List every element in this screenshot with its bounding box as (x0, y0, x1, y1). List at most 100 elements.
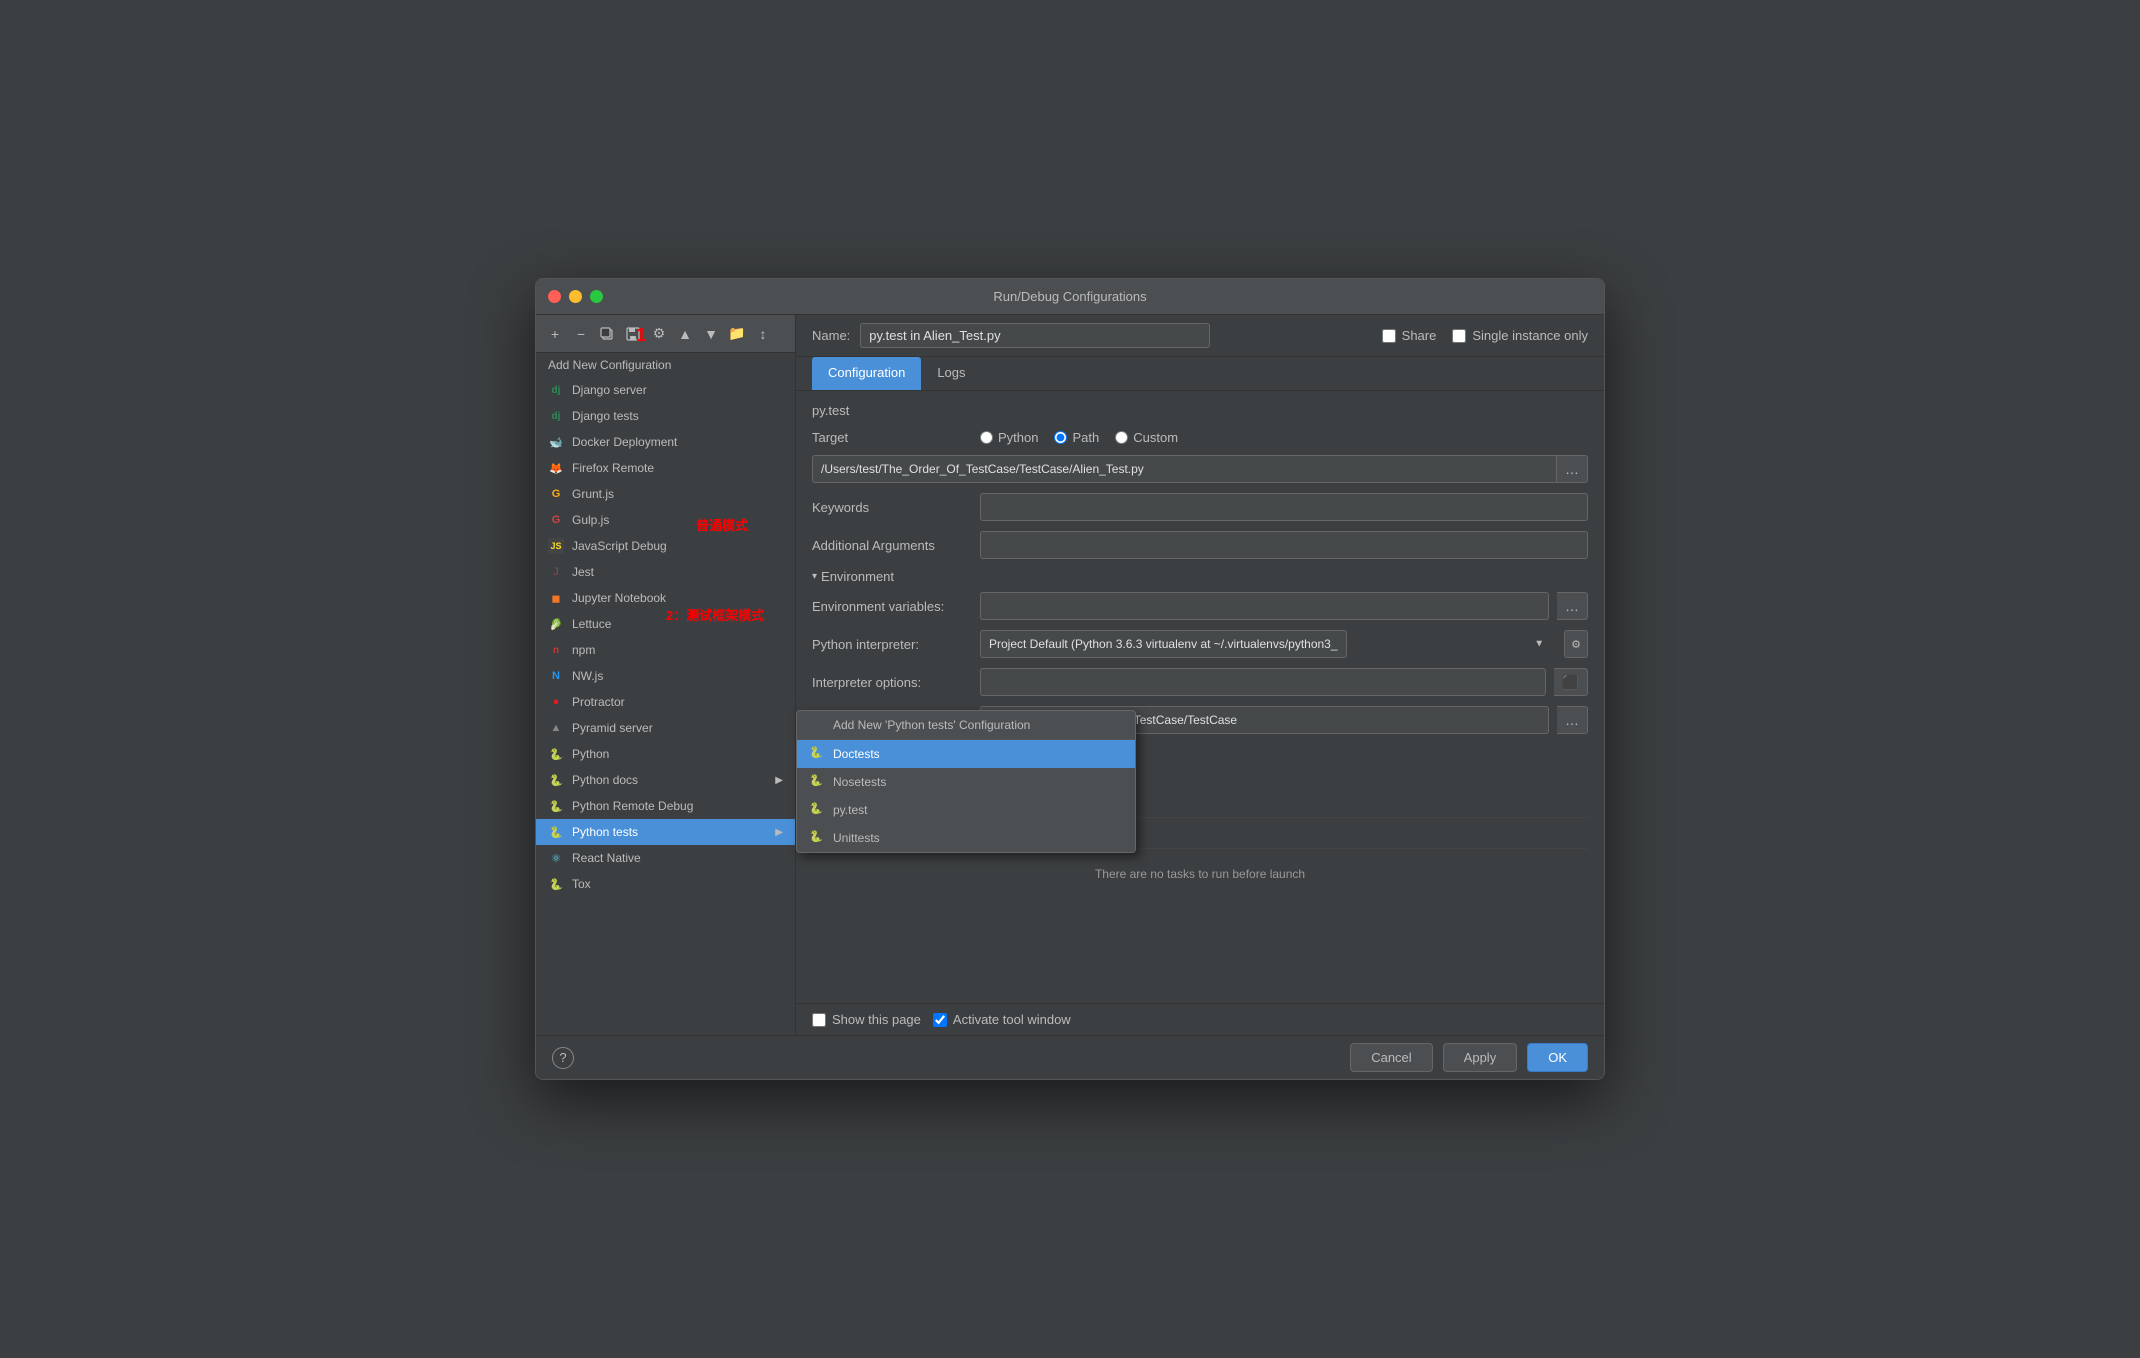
react-native-icon: ⚛ (548, 850, 564, 866)
name-input[interactable] (860, 323, 1210, 348)
env-vars-input[interactable] (980, 592, 1549, 620)
sidebar-item-label: Pyramid server (572, 721, 653, 735)
sidebar-item-label: Jupyter Notebook (572, 591, 666, 605)
minimize-button[interactable] (569, 290, 582, 303)
sidebar-item-pyramid-server[interactable]: ▲ Pyramid server (536, 715, 795, 741)
python-docs-arrow: ▶ (775, 775, 783, 786)
tab-configuration[interactable]: Configuration (812, 357, 921, 390)
sidebar-item-django-server[interactable]: dj Django server (536, 377, 795, 403)
django-server-icon: dj (548, 382, 564, 398)
environment-header[interactable]: ▾ Environment (812, 569, 1588, 584)
sidebar-item-npm[interactable]: n npm (536, 637, 795, 663)
sidebar-item-label: Django server (572, 383, 647, 397)
copy-config-button[interactable] (596, 323, 618, 345)
config-body: py.test Target Python Path (796, 391, 1604, 1003)
config-type-label: py.test (812, 403, 1588, 418)
additional-args-input[interactable] (980, 531, 1588, 559)
target-label: Target (812, 430, 972, 445)
remove-config-button[interactable]: − (570, 323, 592, 345)
jest-icon: J (548, 564, 564, 580)
sort-button[interactable]: ↕ (752, 323, 774, 345)
title-bar: Run/Debug Configurations (536, 279, 1604, 315)
sidebar-item-python[interactable]: 🐍 Python (536, 741, 795, 767)
path-input[interactable] (812, 455, 1557, 483)
sidebar-item-label: Firefox Remote (572, 461, 654, 475)
sidebar-item-tox[interactable]: 🐍 Tox (536, 871, 795, 897)
main-content: + − ⚙ ▲ ▼ 📁 ↕ Add New Configuration (536, 315, 1604, 1035)
keywords-input[interactable] (980, 493, 1588, 521)
sidebar-item-label: Jest (572, 565, 594, 579)
move-up-button[interactable]: ▲ (674, 323, 696, 345)
tabs-row: Configuration Logs (796, 357, 1604, 391)
custom-radio[interactable] (1115, 431, 1128, 444)
sidebar-item-javascript-debug[interactable]: JS JavaScript Debug (536, 533, 795, 559)
nwjs-icon: N (548, 668, 564, 684)
context-menu-doctests[interactable]: 🐍 Doctests (797, 740, 1135, 768)
window-title: Run/Debug Configurations (993, 289, 1146, 304)
help-button[interactable]: ? (552, 1047, 574, 1069)
cancel-button[interactable]: Cancel (1350, 1043, 1432, 1072)
show-page-label[interactable]: Show this page (812, 1012, 921, 1027)
interpreter-select[interactable]: Project Default (Python 3.6.3 virtualenv… (980, 630, 1347, 658)
interpreter-settings-button[interactable]: ⚙ (1564, 630, 1588, 658)
show-page-checkbox[interactable] (812, 1013, 826, 1027)
context-menu-unittests[interactable]: 🐍 Unittests (797, 824, 1135, 852)
add-config-button[interactable]: + (544, 323, 566, 345)
unittests-icon: 🐍 (809, 830, 825, 846)
sidebar-item-label: npm (572, 643, 595, 657)
sidebar-item-grunt-js[interactable]: G Grunt.js (536, 481, 795, 507)
python-interpreter-row: Python interpreter: Project Default (Pyt… (812, 630, 1588, 658)
context-menu: Add New 'Python tests' Configuration 🐍 D… (796, 710, 1136, 853)
sidebar-item-label: Protractor (572, 695, 625, 709)
activate-tool-label[interactable]: Activate tool window (933, 1012, 1071, 1027)
settings-button[interactable]: ⚙ (648, 323, 670, 345)
path-browse-button[interactable]: … (1557, 455, 1588, 483)
js-debug-icon: JS (548, 538, 564, 554)
share-checkbox[interactable] (1382, 329, 1396, 343)
sidebar-item-add-new[interactable]: Add New Configuration (536, 353, 795, 377)
sidebar-item-python-remote-debug[interactable]: 🐍 Python Remote Debug (536, 793, 795, 819)
single-instance-checkbox-label[interactable]: Single instance only (1452, 328, 1588, 343)
save-config-button[interactable] (622, 323, 644, 345)
footer-left: ? (552, 1047, 574, 1069)
sidebar-item-nw-js[interactable]: N NW.js (536, 663, 795, 689)
sidebar-item-label: Grunt.js (572, 487, 614, 501)
ok-button[interactable]: OK (1527, 1043, 1588, 1072)
move-down-button[interactable]: ▼ (700, 323, 722, 345)
apply-button[interactable]: Apply (1443, 1043, 1518, 1072)
sidebar-item-gulp-js[interactable]: G Gulp.js (536, 507, 795, 533)
env-vars-browse-button[interactable]: … (1557, 592, 1588, 620)
sidebar-item-jupyter-notebook[interactable]: ◼ Jupyter Notebook (536, 585, 795, 611)
context-menu-nosetests[interactable]: 🐍 Nosetests (797, 768, 1135, 796)
path-radio[interactable] (1054, 431, 1067, 444)
sidebar-item-jest[interactable]: J Jest (536, 559, 795, 585)
activate-tool-checkbox[interactable] (933, 1013, 947, 1027)
python-radio[interactable] (980, 431, 993, 444)
python-radio-label[interactable]: Python (980, 430, 1038, 445)
python-docs-icon: 🐍 (548, 772, 564, 788)
close-button[interactable] (548, 290, 561, 303)
context-menu-pytest[interactable]: 🐍 py.test (797, 796, 1135, 824)
maximize-button[interactable] (590, 290, 603, 303)
firefox-icon: 🦊 (548, 460, 564, 476)
sidebar-item-python-tests[interactable]: 🐍 Python tests ▶ (536, 819, 795, 845)
interpreter-options-input[interactable] (980, 668, 1546, 696)
path-radio-label[interactable]: Path (1054, 430, 1099, 445)
interpreter-options-browse-button[interactable]: ⬛ (1554, 668, 1588, 696)
sidebar-list: Add New Configuration dj Django server d… (536, 353, 795, 1035)
sidebar-item-django-tests[interactable]: dj Django tests (536, 403, 795, 429)
sidebar-item-firefox-remote[interactable]: 🦊 Firefox Remote (536, 455, 795, 481)
custom-radio-label[interactable]: Custom (1115, 430, 1178, 445)
sidebar-item-label: Python docs (572, 773, 638, 787)
tab-logs[interactable]: Logs (921, 357, 981, 390)
sidebar-item-lettuce[interactable]: 🥬 Lettuce (536, 611, 795, 637)
sidebar-item-react-native[interactable]: ⚛ React Native (536, 845, 795, 871)
working-dir-browse-button[interactable]: … (1557, 706, 1588, 734)
sidebar-item-python-docs[interactable]: 🐍 Python docs ▶ (536, 767, 795, 793)
share-checkbox-label[interactable]: Share (1382, 328, 1437, 343)
folder-button[interactable]: 📁 (726, 323, 748, 345)
single-instance-checkbox[interactable] (1452, 329, 1466, 343)
sidebar-item-docker-deployment[interactable]: 🐋 Docker Deployment (536, 429, 795, 455)
context-menu-add-new[interactable]: Add New 'Python tests' Configuration (797, 711, 1135, 740)
sidebar-item-protractor[interactable]: ● Protractor (536, 689, 795, 715)
